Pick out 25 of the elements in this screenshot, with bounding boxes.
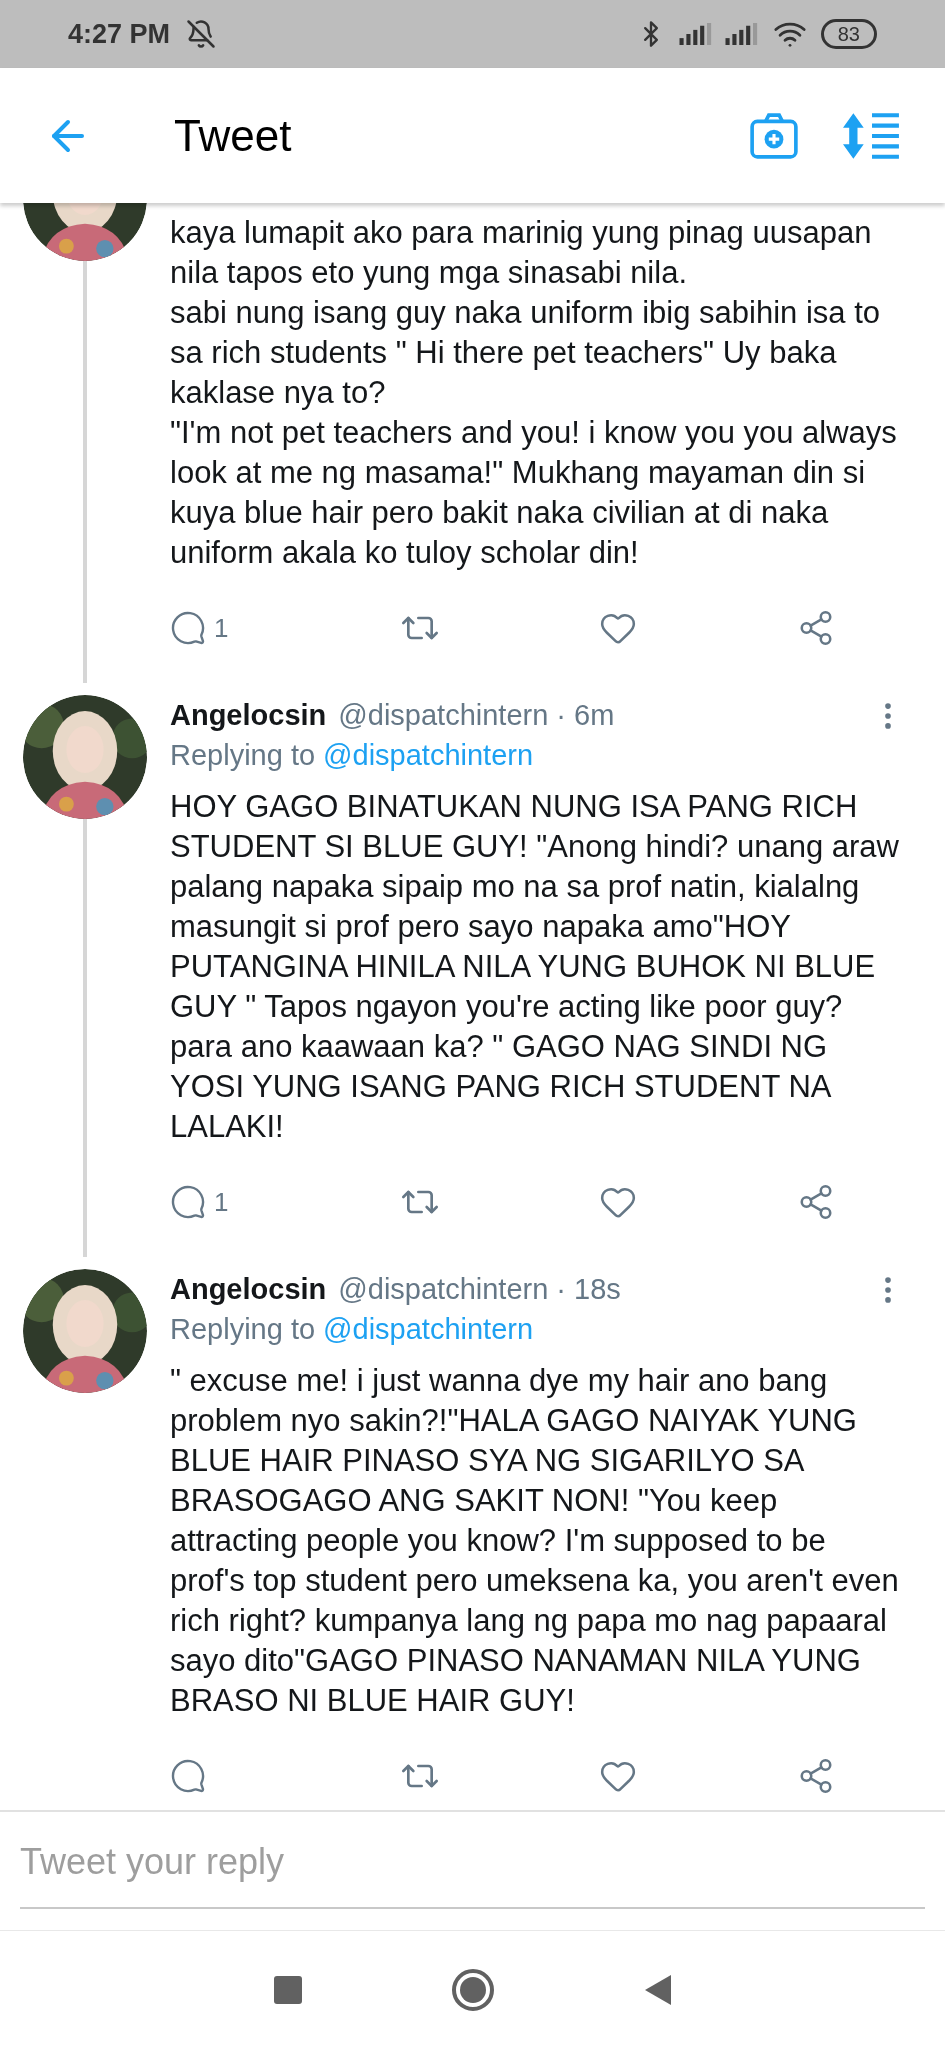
battery-indicator: 83	[820, 19, 877, 49]
tweet-text: HOY GAGO BINATUKAN NUNG ISA PANG RICH STUDENT SI BLUE GUY! "Anong hindi? unang araw palang napaka sipaip mo na sa prof natin, kialalng masungit si prof pero sayo napaka amo"HOY PUTANGINA HINILA NILA YUNG BUHOK NI BLUE GUY " Tapos ngayon you're acting like poor guy? para ano kaawaan ka? " GAGO NAG SINDI NG YOSI YUNG ISANG PANG RICH STUDENT NA LALAKI!	[170, 788, 900, 1146]
reply-field[interactable]: Tweet your reply	[20, 1817, 925, 1909]
signal-icon	[724, 23, 759, 45]
camera-plus-icon[interactable]	[749, 110, 799, 161]
page-title: Tweet	[174, 109, 292, 162]
tweet-meta: @dispatchintern · 6m	[338, 698, 615, 733]
tweet-meta: @dispatchintern · 18s	[338, 1272, 621, 1307]
reply-button[interactable]: 1	[170, 1182, 240, 1222]
signal-icon	[678, 23, 713, 45]
mention-link[interactable]: @dispatchintern	[323, 1309, 534, 1349]
home-icon[interactable]	[451, 1968, 494, 2011]
user-name: Angelocsin	[170, 1272, 327, 1307]
status-time: 4:27 PM	[68, 17, 171, 51]
replying-label: Replying to	[170, 1312, 316, 1347]
user-name: Angelocsin	[170, 698, 327, 733]
mention-link[interactable]: @dispatchintern	[323, 735, 534, 775]
reply-button[interactable]: 1	[170, 608, 240, 648]
tweet-text: " excuse me! i just wanna dye my hair ano bang problem nyo sakin?!"HALA GAGO NAIYAK YUNG BLUE HAIR PINASO SYA NG SIGARILYO SA BRASOGAGO ANG SAKIT NON! "You keep attracting people you know? I'm supposed to be prof's top student pero umeksena ka, you aren't even rich right? kumpanya lang ng papa mo nag papaaral sayo dito"GAGO PINASO NANAMAN NILA YUNG BRASO NI BLUE HAIR GUY!	[170, 1362, 900, 1720]
back-nav-icon[interactable]	[643, 1973, 672, 2006]
tweet-text: kaya lumapit ako para marinig yung pinag uusapan nila tapos eto yung mga sinasabi nila. sabi nung isang guy naka uniform ibig sabihin isa to sa rich students " Hi there pet teachers" Uy baka kaklase nya to? "I'm not pet teachers and you! i know you you always look at me ng masama!" Mukhang mayaman din si kuya blue hair pero bakit naka civilian at di naka uniform akala ko tuloy scholar din!	[170, 214, 898, 572]
sort-icon[interactable]	[843, 110, 901, 161]
recents-icon[interactable]	[273, 1975, 302, 2004]
bell-off-icon	[186, 19, 217, 49]
replying-label: Replying to	[170, 738, 316, 773]
